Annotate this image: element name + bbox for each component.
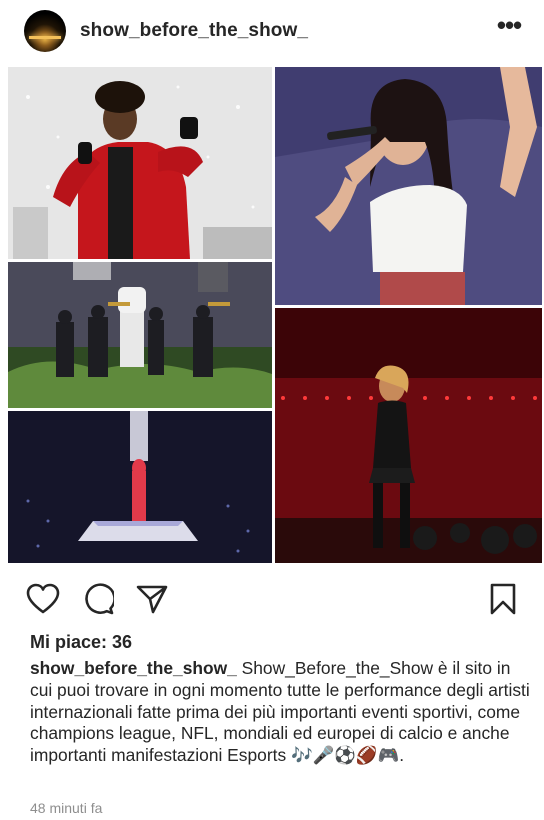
caption-username[interactable]: show_before_the_show_: [30, 658, 237, 678]
post-caption: show_before_the_show_ Show_Before_the_Sh…: [30, 658, 530, 767]
post-image-1: [8, 67, 272, 259]
likes-count[interactable]: Mi piace: 36: [30, 632, 132, 653]
avatar[interactable]: [24, 10, 66, 52]
post-timestamp: 48 minuti fa: [30, 800, 103, 816]
post-image-collage[interactable]: [8, 67, 542, 563]
post-image-4: [275, 308, 542, 563]
post-image-3: [8, 262, 272, 408]
post-header: show_before_the_show_ •••: [0, 0, 544, 66]
post-image-5: [8, 411, 272, 563]
more-options-icon[interactable]: •••: [494, 12, 524, 40]
comment-icon[interactable]: [82, 583, 114, 615]
post-username[interactable]: show_before_the_show_: [80, 20, 308, 42]
heart-icon[interactable]: [26, 583, 60, 615]
post-image-2: [275, 67, 542, 305]
post-actions-bar: [0, 575, 544, 621]
share-icon[interactable]: [136, 583, 168, 615]
bookmark-icon[interactable]: [488, 583, 520, 615]
